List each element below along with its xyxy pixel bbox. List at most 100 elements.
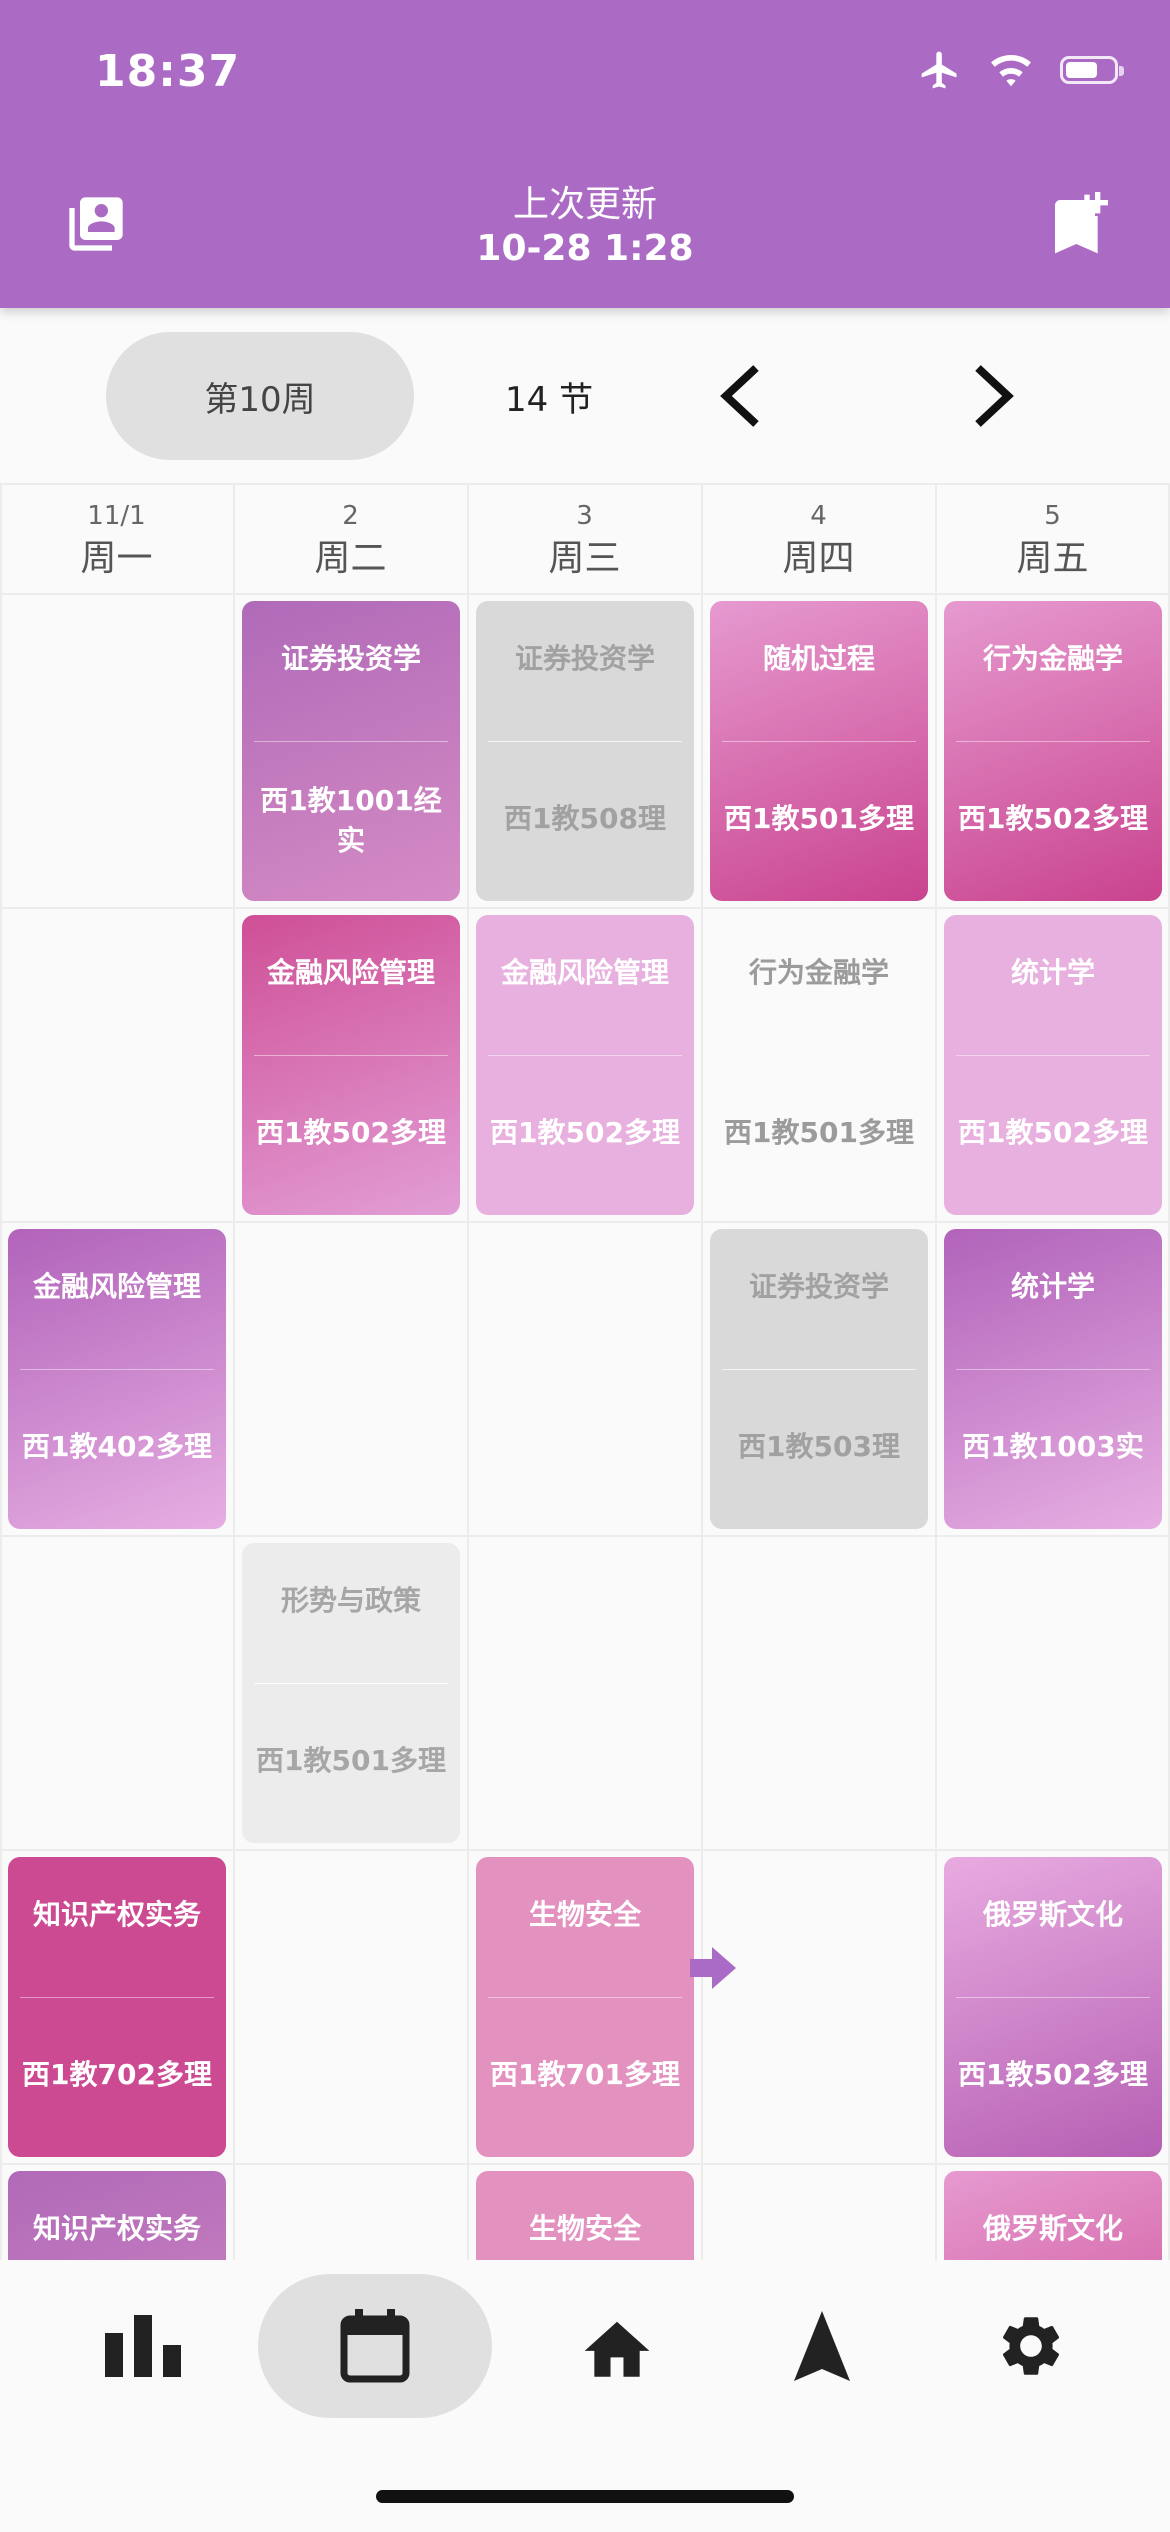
calendar-icon bbox=[340, 2309, 410, 2383]
grid-line bbox=[0, 2163, 1170, 2165]
day-date: 11/1 bbox=[87, 501, 146, 531]
wifi-icon bbox=[991, 54, 1031, 87]
course-card[interactable]: 金融风险管理 西1教502多理 bbox=[242, 915, 460, 1215]
course-card[interactable]: 俄罗斯文化 bbox=[944, 2171, 1162, 2260]
course-name: 金融风险管理 bbox=[32, 1270, 201, 1303]
day-date: 3 bbox=[576, 501, 593, 531]
divider bbox=[254, 741, 448, 742]
nav-settings[interactable] bbox=[914, 2274, 1148, 2418]
course-card[interactable]: 行为金融学西1教502多理 bbox=[944, 601, 1162, 901]
navigation-icon bbox=[794, 2311, 850, 2381]
nav-schedule[interactable] bbox=[233, 2274, 517, 2418]
course-name: 证券投资学 bbox=[748, 1270, 889, 1303]
nav-navigation[interactable] bbox=[705, 2274, 939, 2418]
day-name: 周二 bbox=[314, 538, 387, 579]
day-header-thu: 4 周四 bbox=[702, 483, 935, 593]
week-selector-button[interactable]: 第10周 bbox=[106, 332, 414, 460]
course-room: 西1教402多理 bbox=[22, 1430, 212, 1463]
grid-line bbox=[233, 483, 235, 2260]
course-card[interactable]: 生物安全 bbox=[476, 2171, 694, 2260]
divider bbox=[722, 1055, 916, 1056]
course-card[interactable]: 生物安全西1教701多理 bbox=[476, 1857, 694, 2157]
course-name: 行为金融学 bbox=[982, 642, 1123, 675]
grid-line bbox=[467, 483, 469, 2260]
course-card[interactable]: 统计学 西1教502多理 bbox=[944, 915, 1162, 1215]
grid-line bbox=[0, 907, 1170, 909]
course-card[interactable]: 行为金融学 西1教501多理 bbox=[710, 915, 928, 1215]
course-room: 西1教502多理 bbox=[256, 1116, 446, 1149]
grid-line bbox=[935, 483, 937, 2260]
course-card[interactable]: 证券投资学 西1教508理 bbox=[476, 601, 694, 901]
course-name: 生物安全 bbox=[528, 1898, 641, 1931]
divider bbox=[956, 1055, 1150, 1056]
course-room: 西1教502多理 bbox=[958, 2058, 1148, 2091]
course-name: 随机过程 bbox=[762, 642, 875, 675]
course-room: 西1教1003实 bbox=[962, 1430, 1144, 1463]
divider bbox=[956, 1997, 1150, 1998]
bookmark-add-icon[interactable] bbox=[1050, 192, 1109, 260]
course-card[interactable]: 俄罗斯文化 西1教502多理 bbox=[944, 1857, 1162, 2157]
course-card[interactable]: 证券投资学西1教503理 bbox=[710, 1229, 928, 1529]
battery-icon bbox=[1060, 56, 1124, 84]
divider bbox=[488, 1055, 682, 1056]
app-header: 18:37 上次更新 10-28 1:28 bbox=[0, 0, 1170, 308]
course-card[interactable]: 金融风险管理 西1教502多理 bbox=[476, 915, 694, 1215]
course-name: 证券投资学 bbox=[280, 642, 421, 675]
day-name: 周五 bbox=[1016, 538, 1089, 579]
course-name: 知识产权实务 bbox=[32, 2212, 201, 2245]
divider bbox=[20, 1369, 214, 1370]
grid-line bbox=[0, 1221, 1170, 1223]
chevron-right-icon bbox=[975, 365, 1014, 427]
next-week-button[interactable] bbox=[968, 364, 1018, 432]
settings-icon bbox=[1002, 2317, 1060, 2375]
grid-line bbox=[0, 1849, 1170, 1851]
course-card[interactable]: 形势与政策西1教501多理 bbox=[242, 1543, 460, 1843]
course-card[interactable]: 证券投资学 西1教1001经实 bbox=[242, 601, 460, 901]
course-room: 西1教501多理 bbox=[256, 1744, 446, 1777]
course-card[interactable]: 知识产权实务 西1教702多理 bbox=[8, 1857, 226, 2157]
previous-week-button[interactable] bbox=[716, 364, 766, 432]
course-room: 西1教502多理 bbox=[958, 802, 1148, 835]
course-room: 西1教502多理 bbox=[490, 1116, 680, 1149]
divider bbox=[254, 1055, 448, 1056]
timetable-grid: 11/1 周一 2 周二 3 周三 4 周四 5 周五 证券投资学 西1教1001… bbox=[0, 483, 1170, 2260]
home-icon bbox=[584, 2321, 650, 2377]
course-card[interactable]: 知识产权实务 bbox=[8, 2171, 226, 2260]
header-title: 上次更新 bbox=[512, 184, 657, 225]
status-icons bbox=[918, 48, 1124, 92]
course-room: 西1教501多理 bbox=[724, 1116, 914, 1149]
day-header-wed: 3 周三 bbox=[468, 483, 701, 593]
course-room: 西1教701多理 bbox=[490, 2058, 680, 2091]
nav-stats[interactable] bbox=[26, 2274, 260, 2418]
bar-chart-icon bbox=[105, 2315, 181, 2377]
course-name: 生物安全 bbox=[528, 2212, 641, 2245]
divider bbox=[20, 1997, 214, 1998]
status-time: 18:37 bbox=[95, 46, 241, 97]
course-name: 金融风险管理 bbox=[266, 956, 435, 989]
course-name: 金融风险管理 bbox=[500, 956, 669, 989]
divider bbox=[956, 741, 1150, 742]
day-date: 2 bbox=[342, 501, 359, 531]
day-header-tue: 2 周二 bbox=[234, 483, 467, 593]
day-name: 周三 bbox=[548, 538, 621, 579]
course-room: 西1教508理 bbox=[504, 802, 666, 835]
divider bbox=[722, 1369, 916, 1370]
current-time-arrow-icon bbox=[688, 1943, 738, 1997]
course-card[interactable]: 随机过程 西1教501多理 bbox=[710, 601, 928, 901]
course-room: 西1教503理 bbox=[738, 1430, 900, 1463]
course-name: 知识产权实务 bbox=[32, 1898, 201, 1931]
course-name: 形势与政策 bbox=[280, 1584, 421, 1617]
divider bbox=[488, 741, 682, 742]
course-card[interactable]: 金融风险管理 西1教402多理 bbox=[8, 1229, 226, 1529]
day-date: 5 bbox=[1044, 501, 1061, 531]
course-room: 西1教502多理 bbox=[958, 1116, 1148, 1149]
divider bbox=[488, 1997, 682, 1998]
grid-line bbox=[0, 483, 2, 2260]
course-card[interactable]: 统计学 西1教1003实 bbox=[944, 1229, 1162, 1529]
divider bbox=[956, 1369, 1150, 1370]
divider bbox=[722, 741, 916, 742]
nav-home[interactable] bbox=[500, 2274, 734, 2418]
sections-count[interactable]: 14 节 bbox=[505, 372, 593, 421]
airplane-icon bbox=[921, 51, 957, 89]
day-header-mon: 11/1 周一 bbox=[0, 483, 233, 593]
